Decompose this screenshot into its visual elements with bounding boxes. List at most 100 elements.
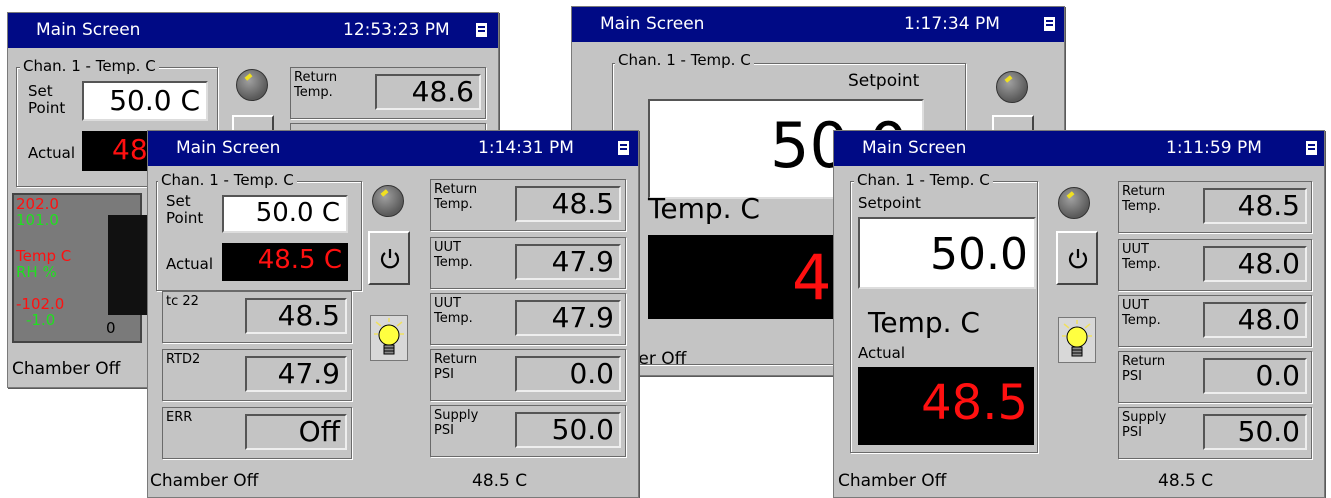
setpoint-value: 50.0 C (255, 198, 340, 228)
supply-psi-tile: Supply PSI 50.0 (430, 405, 626, 457)
keyboard-icon[interactable] (1044, 17, 1055, 31)
power-icon (1068, 249, 1088, 269)
chart-plot-area (108, 215, 148, 315)
power-button[interactable] (368, 231, 410, 285)
setpoint-field[interactable]: 50.0 C (222, 195, 348, 233)
light-bulb-button[interactable] (370, 315, 408, 361)
tile-value: 50.0 (515, 412, 621, 448)
chart-y-bottom2: -1.0 (26, 311, 56, 329)
tile-label: Return Temp. (1122, 184, 1166, 214)
window-title: Main Screen (176, 138, 281, 158)
chamber-status: Chamber Off (838, 471, 947, 491)
unit-label: Temp. C (648, 192, 760, 225)
tile-value: 47.9 (245, 356, 347, 392)
tile-label: UUT Temp. (434, 296, 473, 326)
setpoint-value: 50.0 (930, 229, 1028, 280)
uut-temp-tile: UUT Temp. 48.0 (1118, 239, 1312, 291)
tile-label: Return Temp. (294, 70, 338, 100)
setpoint-field[interactable]: 50.0 (858, 217, 1036, 289)
keyboard-icon[interactable] (476, 23, 487, 37)
actual-label: Actual (28, 144, 75, 162)
window-title: Main Screen (862, 138, 967, 158)
chart-series2-label: RH % (16, 263, 57, 281)
clock-time: 1:17:34 PM (904, 14, 1000, 34)
power-icon (380, 249, 400, 269)
title-bar: Main Screen 12:53:23 PM (8, 13, 498, 48)
tile-value: 48.0 (1203, 246, 1307, 282)
knob-icon[interactable] (236, 69, 268, 101)
tile-value: 48.6 (375, 74, 481, 110)
tile-label: UUT Temp. (1122, 298, 1161, 328)
setpoint-value: 50.0 C (109, 84, 200, 117)
channel-group-label: Chan. 1 - Temp. C (20, 57, 159, 75)
title-bar: Main Screen 1:14:31 PM (148, 131, 638, 166)
light-bulb-button[interactable] (1058, 317, 1096, 363)
rtd2-tile: RTD2 47.9 (162, 349, 352, 401)
chamber-status: Chamber Off (12, 359, 121, 379)
trend-chart[interactable]: 202.0 101.0 Temp C RH % -102.0 -1.0 0 (12, 193, 148, 343)
tile-value: 48.5 (1203, 188, 1307, 224)
unit-label: Temp. C (868, 306, 980, 339)
setpoint-label: Setpoint (858, 194, 921, 212)
window-title: Main Screen (36, 20, 141, 40)
clock-time: 1:14:31 PM (478, 138, 574, 158)
chart-y-top2: 101.0 (16, 211, 59, 229)
main-screen-window-4: Main Screen 1:11:59 PM Chan. 1 - Temp. C… (833, 130, 1325, 498)
tile-label: Return PSI (434, 352, 478, 382)
actual-label: Actual (858, 344, 905, 362)
return-temp-tile: Return Temp. 48.5 (1118, 181, 1312, 233)
tile-value: Off (245, 414, 347, 450)
setpoint-field[interactable]: 50.0 C (82, 81, 208, 121)
actual-value: 48.5 C (257, 245, 342, 275)
uut-temp-tile-2: UUT Temp. 47.9 (430, 293, 626, 345)
chart-x-origin: 0 (106, 319, 116, 337)
keyboard-icon[interactable] (618, 141, 629, 155)
main-screen-window-3: Main Screen 1:14:31 PM Chan. 1 - Temp. C… (147, 130, 639, 498)
tc22-tile: tc 22 48.5 (162, 291, 352, 343)
actual-value: 48.5 (921, 375, 1028, 431)
tile-label: Supply PSI (1122, 410, 1167, 440)
channel-group-label: Chan. 1 - Temp. C (854, 171, 993, 189)
actual-display: 48.5 (858, 367, 1034, 445)
keyboard-icon[interactable] (1306, 141, 1317, 155)
actual-display: 48.5 C (222, 243, 348, 281)
chamber-status: Chamber Off (150, 471, 259, 491)
supply-psi-tile: Supply PSI 50.0 (1118, 407, 1312, 459)
tile-label: tc 22 (166, 294, 199, 309)
tile-value: 0.0 (515, 356, 621, 392)
title-bar: Main Screen 1:11:59 PM (834, 131, 1324, 166)
channel-group-label: Chan. 1 - Temp. C (158, 171, 297, 189)
title-bar: Main Screen 1:17:34 PM (572, 7, 1064, 42)
tile-value: 47.9 (515, 300, 621, 336)
tile-value: 47.9 (515, 244, 621, 280)
setpoint-label: Set Point (166, 192, 204, 227)
uut-temp-tile-2: UUT Temp. 48.0 (1118, 295, 1312, 347)
return-psi-tile: Return PSI 0.0 (1118, 351, 1312, 403)
window-title: Main Screen (600, 14, 705, 34)
clock-time: 12:53:23 PM (343, 20, 450, 40)
power-button[interactable] (1056, 231, 1098, 285)
tile-value: 48.5 (245, 298, 347, 334)
knob-icon[interactable] (996, 71, 1028, 103)
tile-label: RTD2 (166, 352, 201, 367)
uut-temp-tile: UUT Temp. 47.9 (430, 237, 626, 289)
clock-time: 1:11:59 PM (1166, 138, 1262, 158)
actual-value: 48 (112, 133, 148, 166)
tile-label: Return PSI (1122, 354, 1166, 384)
status-temperature: 48.5 C (1158, 471, 1214, 491)
return-psi-tile: Return PSI 0.0 (430, 349, 626, 401)
knob-icon[interactable] (372, 185, 404, 217)
return-temp-tile: Return Temp. 48.5 (430, 179, 626, 231)
tile-label: Supply PSI (434, 408, 479, 438)
tile-label: Return Temp. (434, 182, 478, 212)
tile-label: UUT Temp. (1122, 242, 1161, 272)
knob-icon[interactable] (1058, 187, 1090, 219)
tile-value: 0.0 (1203, 358, 1307, 394)
tile-label: ERR (166, 410, 193, 425)
setpoint-label: Setpoint (848, 71, 920, 91)
setpoint-label: Set Point (28, 82, 66, 117)
channel-group-label: Chan. 1 - Temp. C (615, 51, 754, 69)
err-tile: ERR Off (162, 407, 352, 459)
return-temp-tile: Return Temp. 48.6 (290, 67, 486, 119)
tile-label: UUT Temp. (434, 240, 473, 270)
